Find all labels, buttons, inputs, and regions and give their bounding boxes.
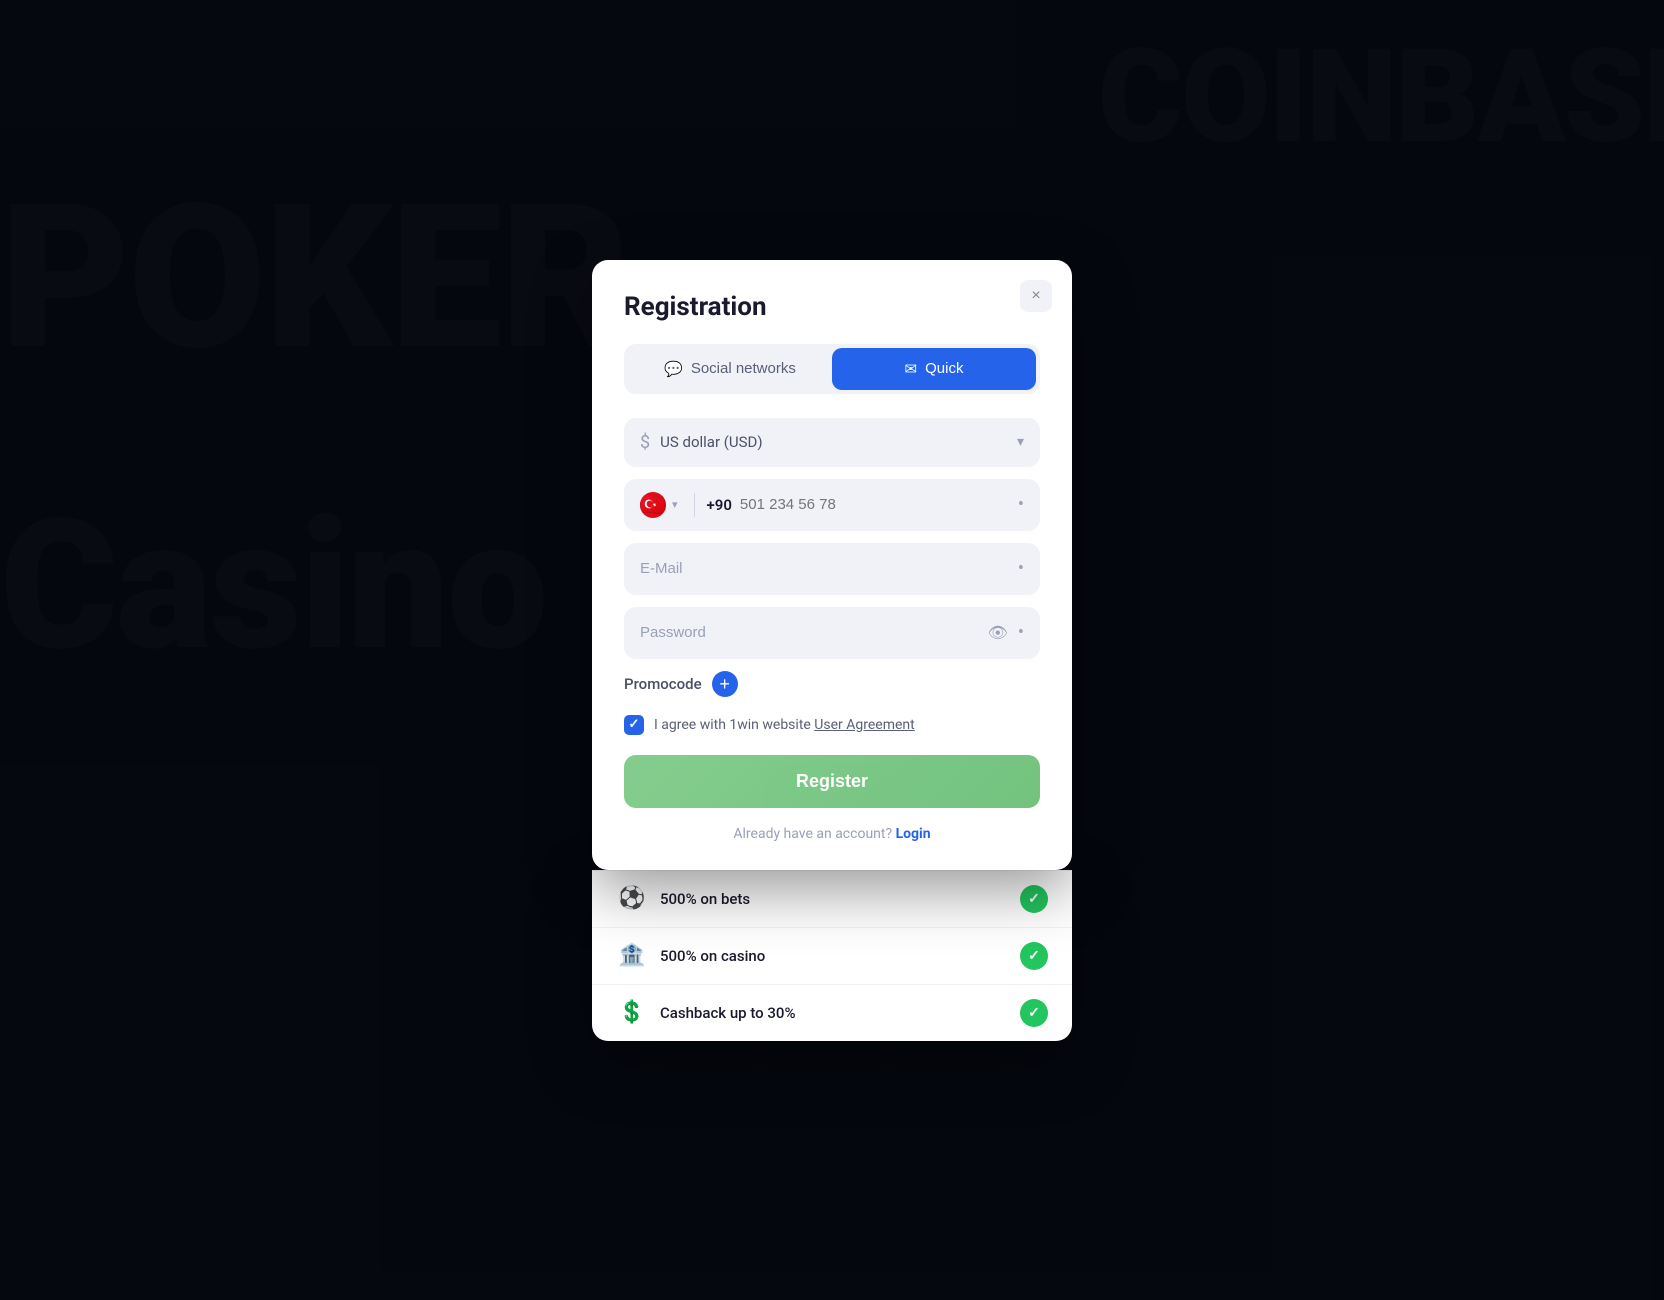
social-icon: 💬 <box>664 360 683 378</box>
password-field: 👁 • <box>624 607 1040 659</box>
bonus-item-casino: 🏦 500% on casino ✓ <box>592 927 1072 984</box>
close-button[interactable]: × <box>1020 280 1052 312</box>
turkey-flag <box>640 492 666 518</box>
promocode-label: Promocode <box>624 675 702 693</box>
phone-code: +90 <box>707 496 732 514</box>
bonus-casino-text: 500% on casino <box>660 947 1008 965</box>
check-bets-icon: ✓ <box>1020 885 1048 913</box>
user-agreement-link[interactable]: User Agreement <box>814 717 914 733</box>
soccer-icon: ⚽ <box>616 886 648 911</box>
agreement-checkbox[interactable] <box>624 715 644 735</box>
email-input[interactable] <box>640 560 1018 577</box>
phone-required-dot: • <box>1018 494 1024 515</box>
check-cashback-icon: ✓ <box>1020 999 1048 1027</box>
chevron-down-icon: ▾ <box>1017 434 1024 450</box>
login-prompt: Already have an account? <box>733 826 892 842</box>
mail-icon: ✉ <box>905 360 918 378</box>
agreement-row: I agree with 1win website User Agreement <box>624 715 1040 735</box>
bonus-bets-text: 500% on bets <box>660 890 1008 908</box>
tab-social-networks[interactable]: 💬 Social networks <box>628 348 832 390</box>
bonus-cashback-text: Cashback up to 30% <box>660 1004 1008 1022</box>
email-required-dot: • <box>1018 558 1024 579</box>
close-icon: × <box>1031 287 1040 305</box>
modal-wrapper: Registration × 💬 Social networks ✉ Quick… <box>592 260 1072 1041</box>
country-selector[interactable]: ▾ <box>640 492 678 518</box>
email-field: • <box>624 543 1040 595</box>
cashback-icon: 💲 <box>616 1000 648 1025</box>
tab-row: 💬 Social networks ✉ Quick <box>624 344 1040 394</box>
login-row: Already have an account? Login <box>624 826 1040 842</box>
plus-icon: + <box>719 675 730 693</box>
casino-icon: 🏦 <box>616 943 648 968</box>
registration-modal: Registration × 💬 Social networks ✉ Quick… <box>592 260 1072 870</box>
agreement-text: I agree with 1win website User Agreement <box>654 717 915 733</box>
tab-quick-label: Quick <box>925 360 963 377</box>
check-casino-icon: ✓ <box>1020 942 1048 970</box>
currency-value: US dollar (USD) <box>660 433 1007 451</box>
chevron-small-icon: ▾ <box>672 498 678 511</box>
password-required-dot: • <box>1018 622 1024 643</box>
phone-field: ▾ +90 • <box>624 479 1040 531</box>
register-button[interactable]: Register <box>624 755 1040 808</box>
login-link[interactable]: Login <box>896 826 931 842</box>
bonus-item-cashback: 💲 Cashback up to 30% ✓ <box>592 984 1072 1041</box>
eye-icon[interactable]: 👁 <box>988 623 1008 642</box>
phone-input[interactable] <box>740 496 1018 513</box>
dollar-icon: $ <box>640 432 650 453</box>
bonus-item-bets: ⚽ 500% on bets ✓ <box>592 870 1072 927</box>
add-promocode-button[interactable]: + <box>712 671 738 697</box>
tab-quick[interactable]: ✉ Quick <box>832 348 1036 390</box>
promocode-row: Promocode + <box>624 671 1040 697</box>
phone-divider <box>694 493 695 517</box>
bonus-card: ⚽ 500% on bets ✓ 🏦 500% on casino ✓ 💲 Ca… <box>592 870 1072 1041</box>
modal-title: Registration <box>624 292 1040 322</box>
tab-social-label: Social networks <box>691 360 796 377</box>
currency-selector[interactable]: $ US dollar (USD) ▾ <box>624 418 1040 467</box>
password-input[interactable] <box>640 624 988 641</box>
